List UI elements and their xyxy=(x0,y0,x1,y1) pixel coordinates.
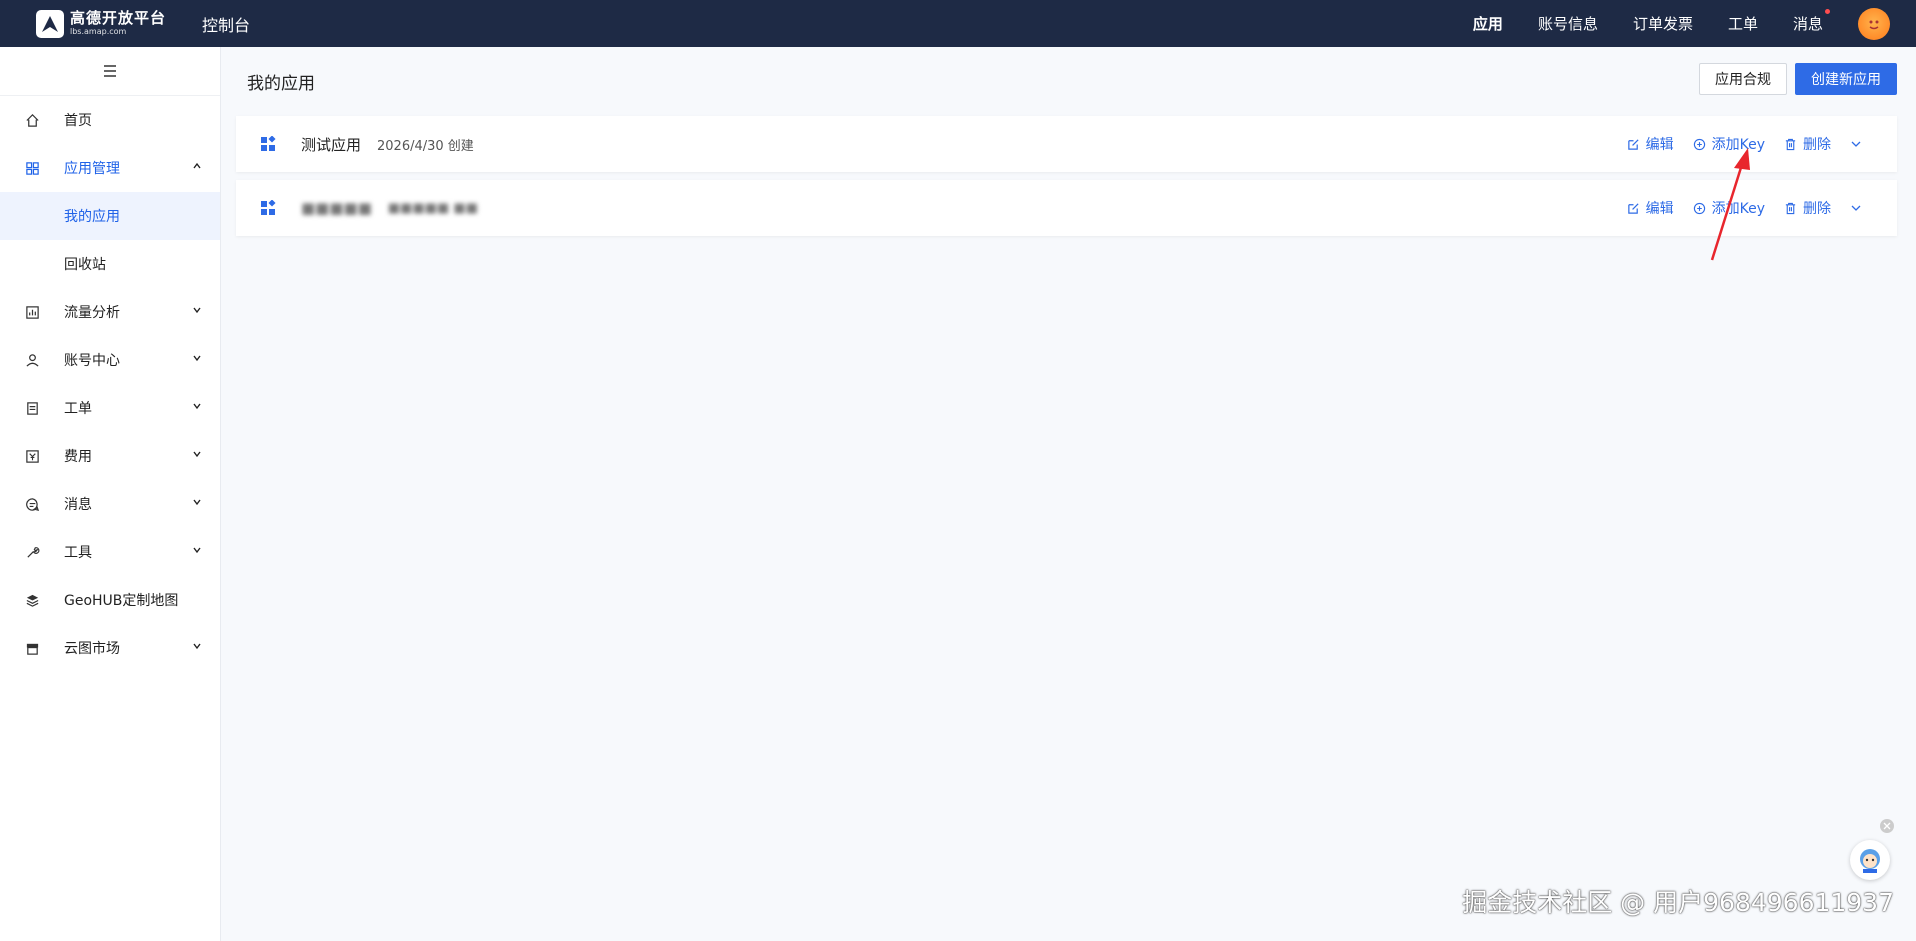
sidebar-item-recycle-bin[interactable]: 回收站 xyxy=(0,240,220,288)
page-title: 我的应用 xyxy=(247,74,315,94)
layers-icon xyxy=(24,592,40,608)
app-row[interactable]: 测试应用 2026/4/30 创建 编辑 添加Key 删除 xyxy=(236,116,1897,172)
chevron-down-icon xyxy=(1851,141,1861,147)
chevron-down-icon xyxy=(1851,205,1861,211)
topnav-account-info[interactable]: 账号信息 xyxy=(1538,13,1598,34)
topnav-apps[interactable]: 应用 xyxy=(1473,13,1503,34)
sidebar-item-label: 流量分析 xyxy=(64,305,120,321)
assistant-icon xyxy=(1860,849,1880,873)
delete-label: 删除 xyxy=(1803,201,1831,217)
sidebar-item-label: 应用管理 xyxy=(64,161,120,177)
sidebar-item-home[interactable]: 首页 xyxy=(0,96,220,144)
sidebar-item-cloud-market[interactable]: 云图市场 xyxy=(0,624,220,672)
sidebar-item-messages[interactable]: 消息 xyxy=(0,480,220,528)
sidebar-item-tickets[interactable]: 工单 xyxy=(0,384,220,432)
chevron-down-icon xyxy=(193,547,201,554)
chevron-down-icon xyxy=(193,355,201,362)
sidebar-item-label: 首页 xyxy=(64,113,92,129)
home-icon xyxy=(24,112,40,128)
delete-button[interactable]: 删除 xyxy=(1784,198,1831,218)
edit-icon xyxy=(1627,138,1639,150)
chevron-down-icon xyxy=(193,451,201,458)
app-grid-icon xyxy=(261,136,276,151)
sidebar-item-my-apps[interactable]: 我的应用 xyxy=(0,192,220,240)
wrench-icon xyxy=(24,544,40,560)
app-grid-icon xyxy=(261,200,276,215)
edit-button[interactable]: 编辑 xyxy=(1627,134,1674,154)
chevron-down-icon xyxy=(193,499,201,506)
delete-label: 删除 xyxy=(1803,137,1831,153)
watermark-text: 掘金技术社区 @ 用户968496611937 xyxy=(1462,888,1894,917)
store-icon xyxy=(24,640,40,656)
assistant-close-button[interactable] xyxy=(1880,819,1894,833)
console-title[interactable]: 控制台 xyxy=(202,12,250,36)
topnav-messages[interactable]: 消息 xyxy=(1792,9,1830,34)
edit-button[interactable]: 编辑 xyxy=(1627,198,1674,218)
currency-icon xyxy=(24,448,40,464)
topnav-messages-label: 消息 xyxy=(1792,15,1823,33)
hamburger-icon xyxy=(104,65,116,77)
topnav-orders-invoices[interactable]: 订单发票 xyxy=(1633,13,1693,34)
trash-icon xyxy=(1785,202,1796,214)
app-row[interactable]: ■■■■■ ■■■■■ ■■ 编辑 添加Key 删除 xyxy=(236,180,1897,236)
amap-logo-icon xyxy=(36,9,64,38)
sidebar: 首页 应用管理 我的应用 回收站 流量分析 账号中心 工单 费用 消息 工具 G… xyxy=(0,47,221,941)
unread-dot xyxy=(1825,9,1830,14)
edit-icon xyxy=(1627,202,1639,214)
menu-toggle[interactable] xyxy=(0,47,220,96)
sidebar-item-label: 消息 xyxy=(64,497,92,513)
logo-subtitle: lbs.amap.com xyxy=(70,27,127,36)
trash-icon xyxy=(1785,138,1796,150)
sidebar-item-fees[interactable]: 费用 xyxy=(0,432,220,480)
sidebar-item-traffic-analysis[interactable]: 流量分析 xyxy=(0,288,220,336)
main-content: 我的应用 应用合规 创建新应用 测试应用 2026/4/30 创建 编辑 添加K… xyxy=(222,47,1916,941)
sidebar-item-label: 工具 xyxy=(64,545,92,561)
sidebar-item-account-center[interactable]: 账号中心 xyxy=(0,336,220,384)
sidebar-item-label: 费用 xyxy=(64,449,92,465)
close-icon xyxy=(1883,822,1891,830)
expand-button[interactable] xyxy=(1850,202,1868,214)
chevron-down-icon xyxy=(193,403,201,410)
edit-label: 编辑 xyxy=(1645,137,1674,153)
app-name-redacted: ■■■■■ xyxy=(301,199,372,217)
user-avatar[interactable] xyxy=(1858,7,1890,40)
grid-icon xyxy=(24,160,40,176)
expand-button[interactable] xyxy=(1850,138,1868,150)
user-icon xyxy=(24,352,40,368)
chevron-down-icon xyxy=(193,307,201,314)
sidebar-item-label: 账号中心 xyxy=(64,353,120,369)
document-icon xyxy=(24,400,40,416)
edit-label: 编辑 xyxy=(1645,201,1674,217)
app-created-date: 2026/4/30 创建 xyxy=(377,138,474,154)
app-compliance-button[interactable]: 应用合规 xyxy=(1699,63,1787,95)
app-name: 测试应用 xyxy=(301,135,362,154)
logo-title: 高德开放平台 xyxy=(70,9,167,27)
sidebar-item-label: 工单 xyxy=(64,401,92,417)
app-created-date-redacted: ■■■■■ ■■ xyxy=(387,200,478,216)
chevron-up-icon xyxy=(193,162,201,169)
chart-icon xyxy=(24,304,40,320)
message-icon xyxy=(24,496,40,512)
delete-button[interactable]: 删除 xyxy=(1784,134,1831,154)
annotation-arrow xyxy=(1710,148,1750,261)
chevron-down-icon xyxy=(193,643,201,650)
sidebar-item-label: GeoHUB定制地图 xyxy=(64,593,179,609)
amap-logo[interactable]: 高德开放平台 lbs.amap.com xyxy=(36,9,167,38)
sidebar-item-geohub[interactable]: GeoHUB定制地图 xyxy=(0,576,220,624)
top-nav: 应用 账号信息 订单发票 工单 消息 xyxy=(1473,0,1916,47)
create-new-app-button[interactable]: 创建新应用 xyxy=(1795,63,1897,95)
sidebar-item-app-management[interactable]: 应用管理 xyxy=(0,144,220,192)
sidebar-item-tools[interactable]: 工具 xyxy=(0,528,220,576)
top-navigation-bar: 高德开放平台 lbs.amap.com 控制台 应用 账号信息 订单发票 工单 … xyxy=(0,0,1916,47)
sidebar-item-label: 云图市场 xyxy=(64,641,120,657)
help-assistant-button[interactable] xyxy=(1850,840,1890,880)
topnav-tickets[interactable]: 工单 xyxy=(1728,13,1758,34)
